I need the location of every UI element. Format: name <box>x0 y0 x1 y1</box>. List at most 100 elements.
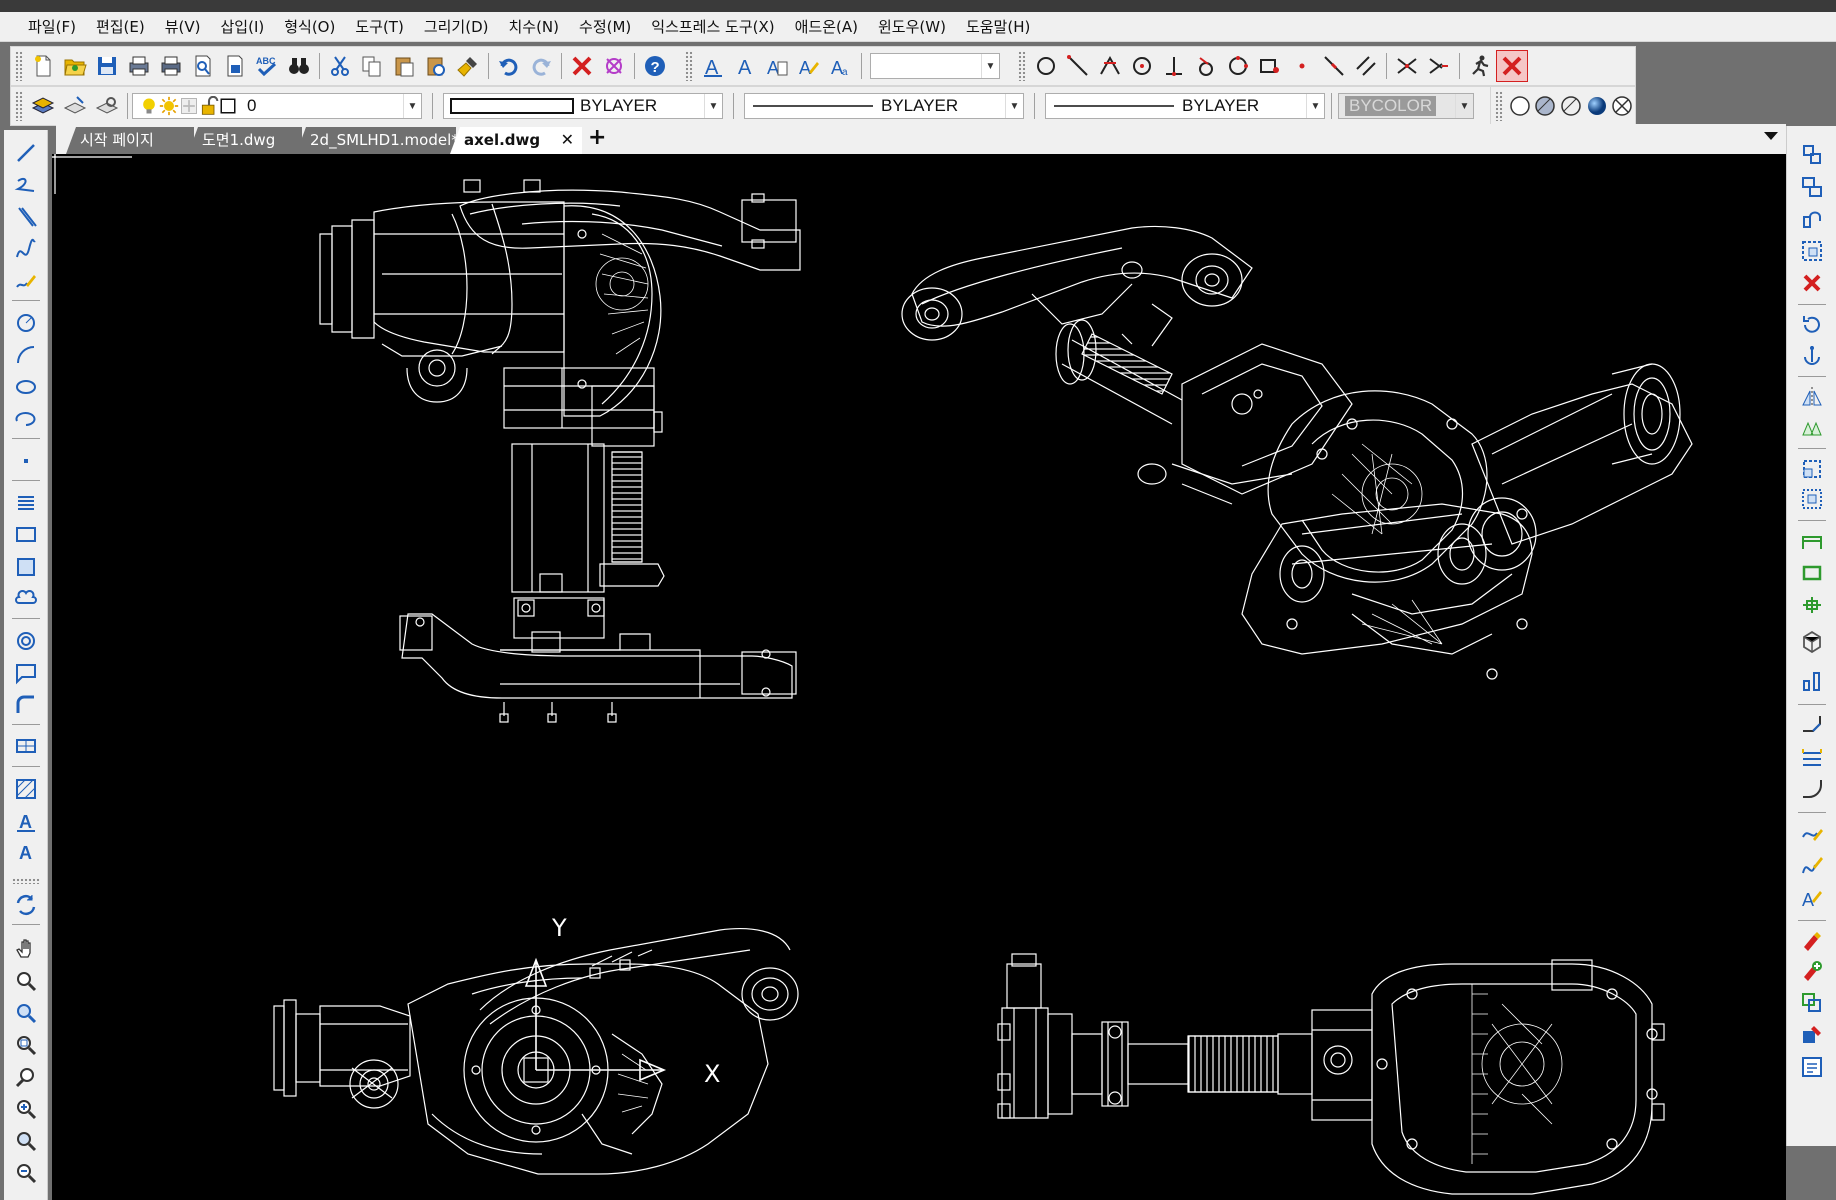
draw-arc-tool[interactable] <box>10 340 42 370</box>
cut-button[interactable] <box>324 50 356 82</box>
zoom-extents-tool[interactable] <box>10 1126 42 1156</box>
lineweight-combo[interactable]: BYLAYER ▼ <box>1045 93 1325 119</box>
edit-spline-tool[interactable] <box>1796 850 1828 880</box>
snap-intersection-button[interactable] <box>1391 50 1423 82</box>
paste-special-button[interactable] <box>420 50 452 82</box>
list-tool[interactable] <box>1796 1052 1828 1082</box>
snap-line-button[interactable] <box>1062 50 1094 82</box>
undo-button[interactable] <box>493 50 525 82</box>
match-properties-tool[interactable] <box>1796 1020 1828 1050</box>
zoom-previous-tool[interactable] <box>10 998 42 1028</box>
menu-draw[interactable]: 그리기(D) <box>414 13 499 41</box>
erase-button[interactable] <box>566 50 598 82</box>
explode-tool[interactable] <box>1796 926 1828 956</box>
menu-addons[interactable]: 애드온(A) <box>785 13 868 41</box>
mirror-tool[interactable] <box>1796 382 1828 412</box>
zoom-in-tool[interactable] <box>10 1094 42 1124</box>
shade-off-button[interactable] <box>1609 90 1635 122</box>
draw-hatch-tool[interactable] <box>10 774 42 804</box>
snap-center-button[interactable] <box>1126 50 1158 82</box>
pan-tool[interactable] <box>10 934 42 964</box>
snap-nearest-button[interactable] <box>1318 50 1350 82</box>
chamfer-tool[interactable] <box>1796 710 1828 740</box>
draw-mtext-tool[interactable]: A <box>10 806 42 836</box>
match-properties-button[interactable] <box>452 50 484 82</box>
draw-ellipse-tool[interactable] <box>10 372 42 402</box>
move-tool[interactable] <box>1796 340 1828 370</box>
add-tab-button[interactable]: + <box>588 125 606 150</box>
block-tool[interactable] <box>1796 236 1828 266</box>
menu-format[interactable]: 형식(O) <box>274 13 345 41</box>
purge-button[interactable] <box>598 50 630 82</box>
hidden-button[interactable] <box>1533 90 1559 122</box>
gouraud-shaded-button[interactable] <box>1584 90 1610 122</box>
text-style-combo[interactable]: ▼ <box>870 53 1000 79</box>
menu-view[interactable]: 뷰(V) <box>155 13 211 41</box>
layer-manager-button[interactable] <box>27 90 59 122</box>
menu-tools[interactable]: 도구(T) <box>345 13 413 41</box>
draw-helix-tool[interactable] <box>10 488 42 518</box>
wireframe-button[interactable] <box>1507 90 1533 122</box>
draw-sketch-tool[interactable] <box>10 266 42 296</box>
drawing-canvas[interactable]: Y X <box>52 154 1786 1200</box>
snap-clear-button[interactable] <box>1496 50 1528 82</box>
zoom-realtime-tool[interactable] <box>10 966 42 996</box>
menu-insert[interactable]: 삽입(I) <box>211 13 275 41</box>
edit-polyline-tool[interactable] <box>1796 818 1828 848</box>
snap-parallel-button[interactable] <box>1350 50 1382 82</box>
draw-polysolid-tool[interactable] <box>10 690 42 720</box>
trim-tool[interactable] <box>1796 526 1828 556</box>
toolbar-grip[interactable] <box>685 51 693 81</box>
print-button[interactable] <box>155 50 187 82</box>
draw-point-tool[interactable] <box>10 446 42 476</box>
regen-tool[interactable] <box>10 890 42 920</box>
paste-button[interactable] <box>388 50 420 82</box>
toolbar-grip[interactable] <box>1018 51 1026 81</box>
fillet-tool[interactable] <box>1796 774 1828 804</box>
layer-match-button[interactable] <box>91 90 123 122</box>
snap-apparent-button[interactable] <box>1423 50 1455 82</box>
snap-perpendicular-button[interactable] <box>1158 50 1190 82</box>
spell-check-button[interactable]: ABC <box>251 50 283 82</box>
tab-start-page[interactable]: 시작 페이지 <box>66 127 194 154</box>
zoom-dynamic-tool[interactable] <box>10 1062 42 1092</box>
tab-2d-smlhd1[interactable]: 2d_SMLHD1.model* <box>296 127 456 154</box>
snap-tangent-button[interactable] <box>1190 50 1222 82</box>
draw-text-tool[interactable]: A <box>10 836 42 866</box>
find-button[interactable] <box>283 50 315 82</box>
text-style-button[interactable]: A <box>697 50 729 82</box>
flat-shaded-button[interactable] <box>1558 90 1584 122</box>
extend-tool[interactable] <box>1796 558 1828 588</box>
draw-elliptical-arc-tool[interactable] <box>10 404 42 434</box>
menu-express-tools[interactable]: 익스프레스 도구(X) <box>641 13 784 41</box>
toolbar-grip[interactable] <box>15 51 23 81</box>
esnap-settings-button[interactable] <box>1464 50 1496 82</box>
menu-window[interactable]: 윈도우(W) <box>868 13 956 41</box>
draw-xline-tool[interactable] <box>10 202 42 232</box>
new-file-button[interactable] <box>27 50 59 82</box>
edit-text-button[interactable]: A <box>761 50 793 82</box>
tab-axel[interactable]: axel.dwg ✕ <box>450 127 582 154</box>
draw-cloud-tool[interactable] <box>10 584 42 614</box>
break-tool[interactable] <box>1796 590 1828 620</box>
dimension-tool[interactable] <box>1796 742 1828 772</box>
color-combo[interactable]: BYLAYER ▼ <box>443 93 723 119</box>
snap-midpoint-button[interactable] <box>1094 50 1126 82</box>
join-tool[interactable] <box>1796 956 1828 986</box>
publish-button[interactable] <box>219 50 251 82</box>
rotate-tool[interactable] <box>1796 310 1828 340</box>
draw-table-tool[interactable] <box>10 732 42 762</box>
copy-button[interactable] <box>356 50 388 82</box>
scale-tool[interactable] <box>1796 454 1828 484</box>
layer-previous-button[interactable] <box>59 90 91 122</box>
toolbar-grip[interactable] <box>1495 91 1503 121</box>
redo-button[interactable] <box>525 50 557 82</box>
scale-text-button[interactable]: Aa <box>825 50 857 82</box>
stretch-tool[interactable] <box>1796 484 1828 514</box>
toolbar-grip[interactable] <box>15 91 23 121</box>
edit-text-tool[interactable]: A <box>1796 882 1828 912</box>
save-button[interactable] <box>91 50 123 82</box>
snap-node-button[interactable] <box>1286 50 1318 82</box>
draw-donut-tool[interactable] <box>10 626 42 656</box>
tab-drawing1[interactable]: 도면1.dwg <box>188 127 302 154</box>
